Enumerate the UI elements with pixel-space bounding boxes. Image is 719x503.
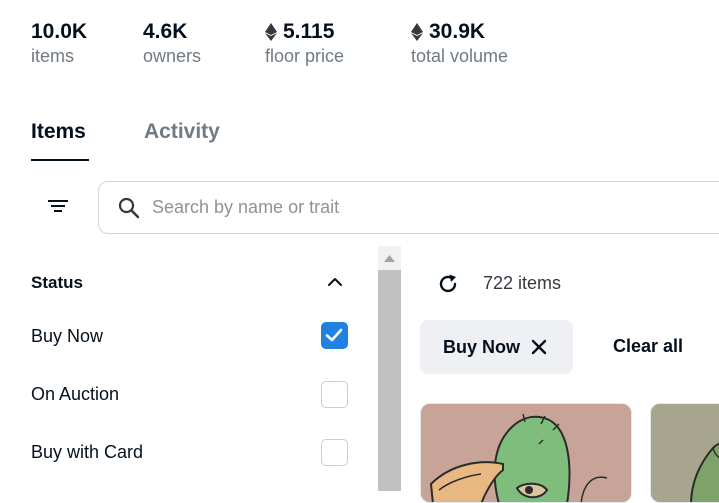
nft-image <box>421 404 631 502</box>
nft-card[interactable] <box>420 403 632 503</box>
tab-items-underline <box>31 159 89 161</box>
chip-label: Buy Now <box>443 336 521 357</box>
stat-value: 4.6K <box>143 20 188 43</box>
active-filter-chip[interactable]: Buy Now <box>420 320 573 374</box>
filter-icon <box>48 200 68 212</box>
close-icon[interactable] <box>530 338 548 356</box>
search-input[interactable]: Search by name or trait <box>152 197 339 218</box>
ethereum-icon <box>411 23 423 41</box>
stat-items: 10.0K items <box>31 20 87 67</box>
checkbox-buy-with-card[interactable] <box>321 439 348 466</box>
check-icon <box>325 328 343 342</box>
checkbox-on-auction[interactable] <box>321 381 348 408</box>
stat-value: 5.115 <box>283 20 335 43</box>
stat-label: floor price <box>265 46 345 66</box>
scrollbar-thumb[interactable] <box>378 270 401 491</box>
stat-value: 30.9K <box>429 20 486 43</box>
results-count: 722 items <box>483 273 562 293</box>
stat-owners: 4.6K owners <box>143 20 201 67</box>
chevron-up-icon[interactable] <box>326 273 344 291</box>
scroll-up-arrow-icon[interactable] <box>383 254 396 263</box>
filter-label-buy-now: Buy Now <box>31 326 104 346</box>
refresh-icon[interactable] <box>436 272 460 296</box>
stat-value: 10.0K <box>31 20 88 43</box>
search-bar[interactable]: Search by name or trait <box>98 181 719 234</box>
status-section-title: Status <box>31 273 83 292</box>
nft-image <box>651 404 719 502</box>
tab-items[interactable]: Items <box>31 120 86 144</box>
stat-floor-price: 5.115 floor price <box>265 20 344 67</box>
ethereum-icon <box>265 23 277 41</box>
stat-label: items <box>31 46 75 66</box>
search-icon <box>118 197 140 219</box>
filter-label-buy-with-card: Buy with Card <box>31 442 144 462</box>
filter-label-on-auction: On Auction <box>31 384 120 404</box>
checkbox-buy-now[interactable] <box>321 322 348 349</box>
stat-label: total volume <box>411 46 509 66</box>
tab-activity[interactable]: Activity <box>144 120 220 144</box>
clear-all-button[interactable]: Clear all <box>613 336 683 357</box>
filter-toggle-button[interactable] <box>40 190 78 224</box>
nft-card[interactable] <box>650 403 719 503</box>
stat-total-volume: 30.9K total volume <box>411 20 508 67</box>
stat-label: owners <box>143 46 202 66</box>
